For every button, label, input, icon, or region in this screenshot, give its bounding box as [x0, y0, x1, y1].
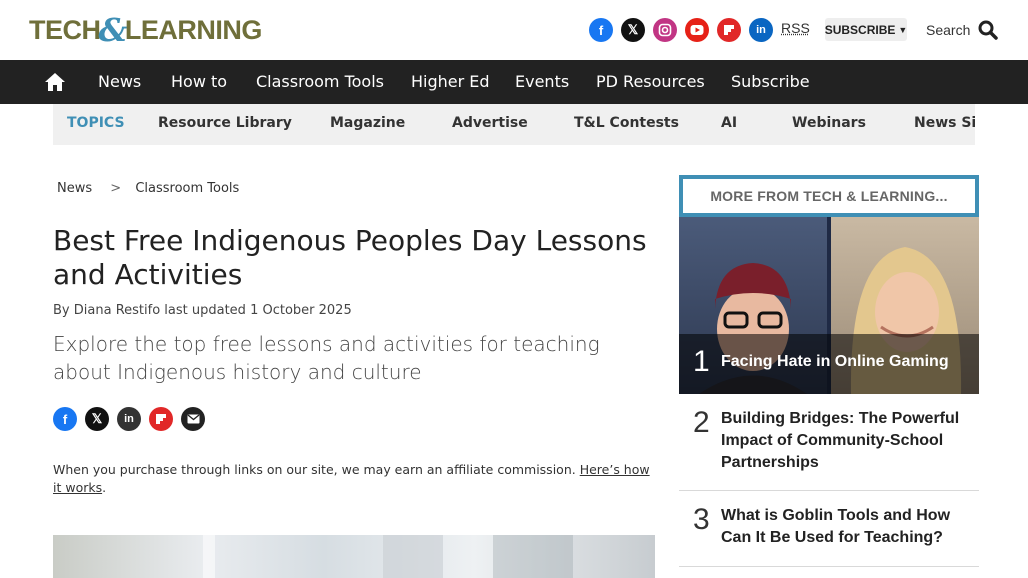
byline: By Diana Restifo last updated 1 October …: [53, 303, 352, 318]
article-subheading: Explore the top free lessons and activit…: [53, 332, 600, 384]
logo-text-learning: LEARNING: [124, 14, 263, 45]
topics-label: TOPICS: [67, 115, 125, 131]
nav-item-pd-resources[interactable]: PD Resources: [596, 60, 705, 104]
author-name[interactable]: Diana Restifo: [74, 303, 160, 318]
breadcrumb-separator: >: [110, 181, 122, 196]
topic-news-signup[interactable]: News Sign: [914, 104, 975, 145]
chevron-down-icon: ▼: [898, 24, 908, 35]
nav-item-subscribe[interactable]: Subscribe: [731, 60, 810, 104]
nav-item-higher-ed[interactable]: Higher Ed: [411, 60, 490, 104]
breadcrumb: News > Classroom Tools: [57, 181, 239, 196]
popular-rank-2: 2: [693, 406, 710, 439]
updated-label: last updated: [164, 303, 246, 318]
nav-item-how-to[interactable]: How to: [171, 60, 227, 104]
linkedin-icon[interactable]: in: [749, 18, 773, 42]
nav-item-events[interactable]: Events: [515, 60, 569, 104]
hero-image-detail: [203, 535, 215, 578]
home-icon[interactable]: [44, 71, 66, 93]
breadcrumb-news[interactable]: News: [57, 181, 92, 196]
popular-rank-1: 1: [693, 345, 710, 378]
topic-webinars[interactable]: Webinars: [792, 104, 866, 145]
article-title: Best Free Indigenous Peoples Day Lessons…: [53, 224, 647, 291]
instagram-icon[interactable]: [653, 18, 677, 42]
search-label: Search: [926, 22, 971, 38]
topics-bar: TOPICS Resource Library Magazine Adverti…: [53, 104, 975, 145]
facebook-icon[interactable]: f: [589, 18, 613, 42]
divider: [679, 566, 979, 567]
x-icon[interactable]: 𝕏: [621, 18, 645, 42]
flipboard-icon[interactable]: [717, 18, 741, 42]
affiliate-text: When you purchase through links on our s…: [53, 462, 576, 477]
topic-advertise[interactable]: Advertise: [452, 104, 528, 145]
more-from-heading: MORE FROM TECH & LEARNING...: [679, 175, 979, 217]
hero-image: [53, 535, 655, 578]
hero-image-detail: [383, 535, 443, 578]
site-header: TECH & LEARNING f 𝕏 in RSS SUBSCRIBE ▼ S…: [0, 0, 1028, 60]
topic-tl-contests[interactable]: T&L Contests: [574, 104, 679, 145]
topic-resource-library[interactable]: Resource Library: [158, 104, 292, 145]
hero-image-detail: [493, 535, 573, 578]
site-logo[interactable]: TECH & LEARNING: [29, 11, 263, 49]
topic-ai[interactable]: AI: [721, 104, 737, 145]
byline-by: By: [53, 303, 70, 318]
affiliate-period: .: [102, 480, 107, 495]
popular-title-3[interactable]: What is Goblin Tools and How Can It Be U…: [721, 505, 971, 549]
share-buttons: f 𝕏 in: [53, 407, 213, 431]
youtube-icon[interactable]: [685, 18, 709, 42]
logo-text-tech: TECH: [29, 14, 101, 45]
rss-link[interactable]: RSS: [781, 20, 810, 36]
nav-item-news[interactable]: News: [98, 60, 141, 104]
flipboard-icon[interactable]: [149, 407, 173, 431]
subscribe-button[interactable]: SUBSCRIBE ▼: [825, 18, 907, 41]
social-links: f 𝕏 in: [589, 18, 781, 42]
popular-title-1[interactable]: Facing Hate in Online Gaming: [721, 351, 971, 373]
logo-ampersand: &: [98, 11, 128, 49]
search-button[interactable]: Search: [926, 20, 999, 40]
main-navigation: News How to Classroom Tools Higher Ed Ev…: [0, 60, 1028, 104]
popular-rank-3: 3: [693, 503, 710, 536]
search-icon: [978, 20, 999, 40]
facebook-icon[interactable]: f: [53, 407, 77, 431]
breadcrumb-classroom-tools[interactable]: Classroom Tools: [135, 181, 239, 196]
nav-item-classroom-tools[interactable]: Classroom Tools: [256, 60, 384, 104]
divider: [679, 490, 979, 491]
topic-magazine[interactable]: Magazine: [330, 104, 405, 145]
popular-title-2[interactable]: Building Bridges: The Powerful Impact of…: [721, 408, 971, 474]
affiliate-disclosure: When you purchase through links on our s…: [53, 461, 653, 497]
email-icon[interactable]: [181, 407, 205, 431]
publish-date: 1 October 2025: [250, 303, 352, 318]
subscribe-label: SUBSCRIBE: [824, 22, 896, 37]
x-icon[interactable]: 𝕏: [85, 407, 109, 431]
linkedin-icon[interactable]: in: [117, 407, 141, 431]
